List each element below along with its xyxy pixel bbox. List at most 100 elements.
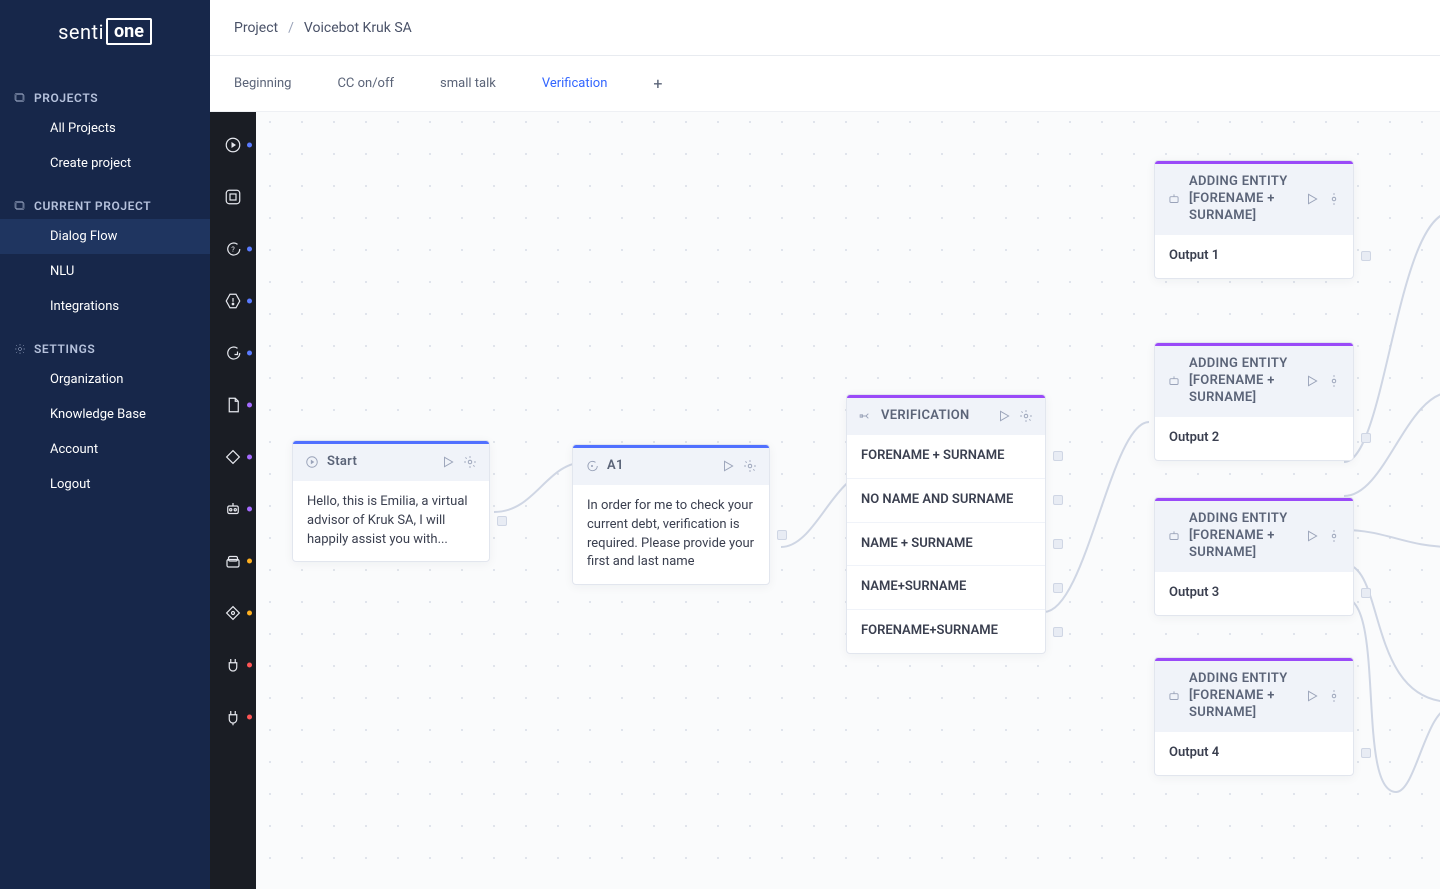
node-title: ADDING ENTITY [FORENAME + SURNAME] [1189, 511, 1297, 562]
node-start[interactable]: Start Hello, this is Emilia, a virtual a… [292, 440, 490, 562]
plugin-alt-icon[interactable] [222, 706, 244, 728]
node-body: In order for me to check your current de… [573, 485, 769, 584]
gear-icon[interactable] [1327, 689, 1341, 703]
node-body: Hello, this is Emilia, a virtual advisor… [293, 481, 489, 562]
section-current-project: CURRENT PROJECT [0, 199, 210, 213]
breadcrumb-current[interactable]: Voicebot Kruk SA [304, 20, 412, 36]
output-port[interactable] [1361, 433, 1371, 443]
output-port[interactable] [1053, 539, 1063, 549]
nav-integrations[interactable]: Integrations [0, 289, 210, 324]
logo-left: senti [58, 20, 104, 44]
gear-icon[interactable] [1327, 374, 1341, 388]
breadcrumb: Project / Voicebot Kruk SA [210, 0, 1440, 56]
entity-output[interactable]: Output 2 [1155, 417, 1353, 460]
verification-output-3[interactable]: NAME+SURNAME [847, 565, 1045, 609]
nav-account[interactable]: Account [0, 432, 210, 467]
node-title: VERIFICATION [881, 408, 989, 425]
chat-redirect-icon[interactable] [222, 342, 244, 364]
run-icon[interactable] [1305, 374, 1319, 388]
nav-create-project[interactable]: Create project [0, 146, 210, 181]
sidebar: senti one PROJECTS All Projects Create p… [0, 0, 210, 889]
play-circle-icon [305, 455, 319, 469]
node-entity-1[interactable]: ADDING ENTITY [FORENAME + SURNAME] Outpu… [1154, 160, 1354, 279]
main: Project / Voicebot Kruk SA Beginning CC … [210, 0, 1440, 889]
gear-icon[interactable] [743, 459, 757, 473]
node-body: Output 4 [1155, 732, 1353, 775]
node-title: ADDING ENTITY [FORENAME + SURNAME] [1189, 671, 1297, 722]
entity-icon [1167, 529, 1181, 543]
node-body: FORENAME + SURNAME NO NAME AND SURNAME N… [847, 435, 1045, 653]
play-circle-icon[interactable] [222, 134, 244, 156]
entity-output[interactable]: Output 4 [1155, 732, 1353, 775]
nav-dialog-flow[interactable]: Dialog Flow [0, 219, 210, 254]
output-port[interactable] [1053, 583, 1063, 593]
plugin-icon[interactable] [222, 654, 244, 676]
entity-icon [1167, 192, 1181, 206]
breadcrumb-root[interactable]: Project [234, 20, 278, 36]
node-body: Output 1 [1155, 235, 1353, 278]
verification-output-1[interactable]: NO NAME AND SURNAME [847, 478, 1045, 522]
verification-output-4[interactable]: FORENAME+SURNAME [847, 609, 1045, 653]
robot-icon[interactable] [222, 498, 244, 520]
verification-output-2[interactable]: NAME + SURNAME [847, 522, 1045, 566]
entity-output[interactable]: Output 3 [1155, 572, 1353, 615]
gear-icon[interactable] [1327, 192, 1341, 206]
gear-icon[interactable] [1327, 529, 1341, 543]
add-tab-button[interactable]: + [653, 74, 662, 93]
file-icon[interactable] [222, 394, 244, 416]
run-icon[interactable] [441, 455, 455, 469]
node-verification[interactable]: VERIFICATION FORENAME + SURNAME NO NAME … [846, 394, 1046, 654]
entity-output[interactable]: Output 1 [1155, 235, 1353, 278]
tabs-bar: Beginning CC on/off small talk Verificat… [210, 56, 1440, 112]
node-a1[interactable]: A1 In order for me to check your current… [572, 444, 770, 585]
alert-hex-icon[interactable] [222, 290, 244, 312]
output-port[interactable] [1053, 627, 1063, 637]
output-port[interactable] [1361, 251, 1371, 261]
section-settings: SETTINGS [0, 342, 210, 356]
folder-icon [14, 92, 26, 104]
tab-small-talk[interactable]: small talk [440, 76, 496, 91]
folder-icon [14, 200, 26, 212]
entity-icon [1167, 689, 1181, 703]
canvas[interactable]: Start Hello, this is Emilia, a virtual a… [256, 112, 1440, 889]
chat-question-icon[interactable]: ? [222, 238, 244, 260]
chat-icon [585, 459, 599, 473]
gear-icon[interactable] [463, 455, 477, 469]
output-port[interactable] [1053, 451, 1063, 461]
run-icon[interactable] [1305, 192, 1319, 206]
diamond-icon[interactable] [222, 446, 244, 468]
nav-organization[interactable]: Organization [0, 362, 210, 397]
layers-icon[interactable] [222, 550, 244, 572]
run-icon[interactable] [1305, 529, 1319, 543]
node-toolbar: ? [210, 112, 256, 889]
node-title: ADDING ENTITY [FORENAME + SURNAME] [1189, 174, 1297, 225]
breadcrumb-sep: / [288, 20, 294, 36]
svg-text:?: ? [231, 245, 235, 254]
node-entity-2[interactable]: ADDING ENTITY [FORENAME + SURNAME] Outpu… [1154, 342, 1354, 461]
output-port[interactable] [1361, 748, 1371, 758]
run-icon[interactable] [721, 459, 735, 473]
run-icon[interactable] [997, 409, 1011, 423]
output-port[interactable] [777, 530, 787, 540]
run-icon[interactable] [1305, 689, 1319, 703]
nav-all-projects[interactable]: All Projects [0, 111, 210, 146]
node-body: Output 3 [1155, 572, 1353, 615]
tab-beginning[interactable]: Beginning [234, 76, 291, 91]
nav-knowledge-base[interactable]: Knowledge Base [0, 397, 210, 432]
nav-logout[interactable]: Logout [0, 467, 210, 502]
gear-icon[interactable] [1019, 409, 1033, 423]
node-entity-4[interactable]: ADDING ENTITY [FORENAME + SURNAME] Outpu… [1154, 657, 1354, 776]
output-port[interactable] [1053, 495, 1063, 505]
tab-verification[interactable]: Verification [542, 76, 608, 91]
node-title: Start [327, 454, 433, 471]
node-entity-3[interactable]: ADDING ENTITY [FORENAME + SURNAME] Outpu… [1154, 497, 1354, 616]
diamond-alt-icon[interactable] [222, 602, 244, 624]
verification-output-0[interactable]: FORENAME + SURNAME [847, 435, 1045, 478]
branch-icon [859, 409, 873, 423]
output-port[interactable] [1361, 588, 1371, 598]
nav-nlu[interactable]: NLU [0, 254, 210, 289]
stop-square-icon[interactable] [222, 186, 244, 208]
logo: senti one [0, 18, 210, 45]
tab-cc-onoff[interactable]: CC on/off [337, 76, 394, 91]
output-port[interactable] [497, 516, 507, 526]
